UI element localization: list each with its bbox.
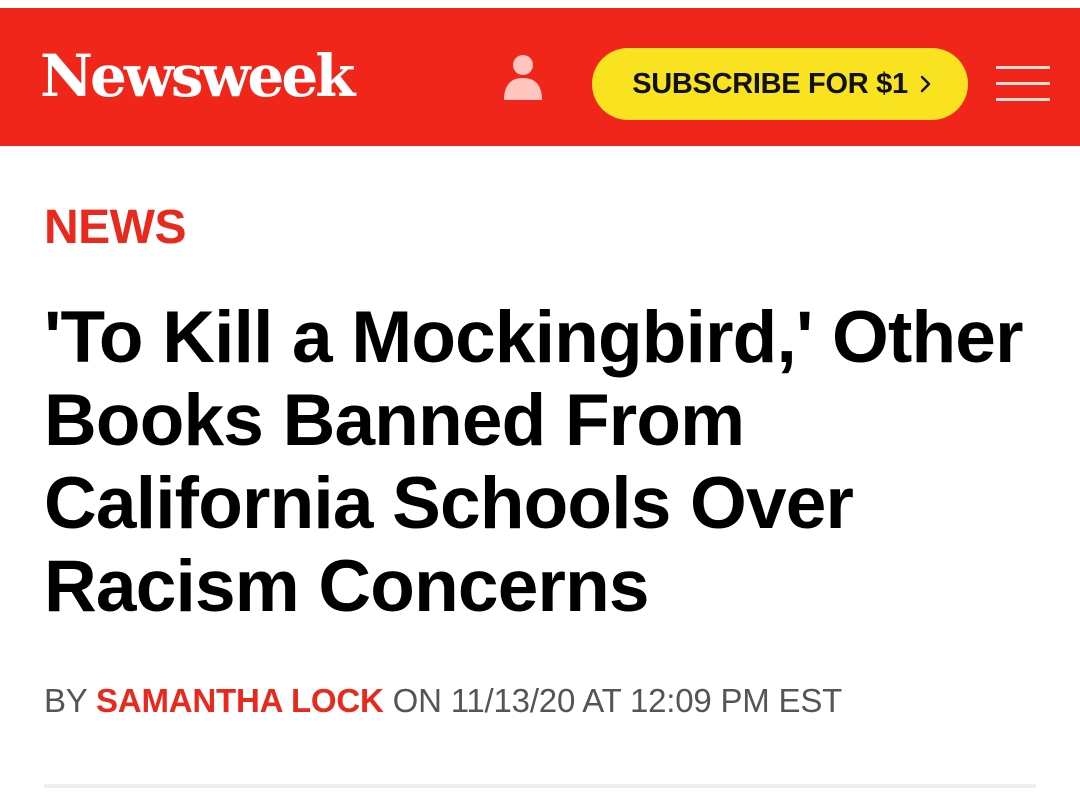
menu-bar [996, 98, 1050, 101]
menu-bar [996, 82, 1050, 85]
author-link[interactable]: SAMANTHA LOCK [96, 682, 384, 719]
publish-date: ON 11/13/20 AT 12:09 PM EST [392, 682, 843, 719]
subscribe-button[interactable]: SUBSCRIBE FOR $1 [592, 48, 968, 120]
menu-bar [996, 66, 1050, 69]
account-button[interactable] [502, 54, 544, 102]
article-page: Newsweek SUBSCRIBE FOR $1 NEWS 'To Kill … [0, 0, 1080, 798]
article-content: NEWS 'To Kill a Mockingbird,' Other Book… [0, 146, 1080, 718]
byline-prefix: BY [44, 682, 88, 719]
article-headline: 'To Kill a Mockingbird,' Other Books Ban… [44, 297, 1023, 627]
byline: BY SAMANTHA LOCK ON 11/13/20 AT 12:09 PM… [44, 684, 1036, 717]
person-icon [504, 55, 542, 100]
top-gap [0, 0, 1080, 8]
hamburger-menu-icon[interactable] [996, 66, 1050, 102]
chevron-right-icon [920, 75, 930, 93]
newsweek-logo[interactable]: Newsweek [40, 47, 355, 105]
subscribe-label: SUBSCRIBE FOR $1 [632, 67, 908, 100]
section-label[interactable]: NEWS [44, 204, 187, 252]
divider [44, 784, 1036, 788]
site-header: Newsweek SUBSCRIBE FOR $1 [0, 8, 1080, 146]
